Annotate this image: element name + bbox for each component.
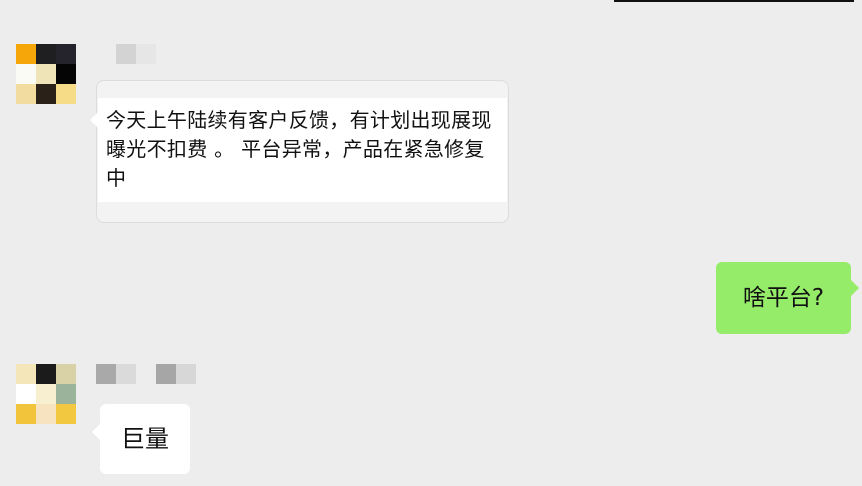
top-divider-line [614, 0, 854, 2]
sender-name-blurred [116, 44, 156, 64]
message-bubble-incoming[interactable]: 巨量 [92, 404, 190, 474]
avatar[interactable] [16, 364, 76, 424]
sender-name-blurred [96, 364, 196, 384]
message-bubble-incoming[interactable]: 今天上午陆续有客户反馈，有计划出现展现曝光不扣费 。 平台异常，产品在紧急修复中 [90, 98, 507, 202]
avatar[interactable] [16, 44, 76, 104]
message-bubble-outgoing[interactable]: 啥平台? [716, 262, 859, 334]
